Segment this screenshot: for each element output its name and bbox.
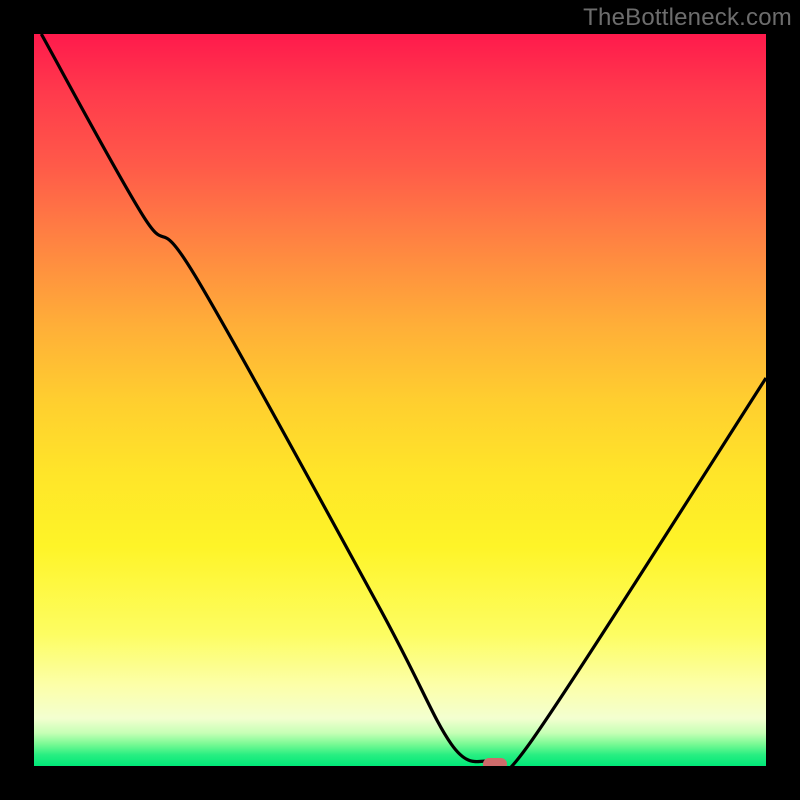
watermark-text: TheBottleneck.com [583,4,792,32]
curve-path [41,34,766,766]
bottleneck-curve [34,34,766,766]
plot-area [34,34,766,766]
chart-canvas: TheBottleneck.com [0,0,800,800]
optimal-marker [483,758,507,766]
